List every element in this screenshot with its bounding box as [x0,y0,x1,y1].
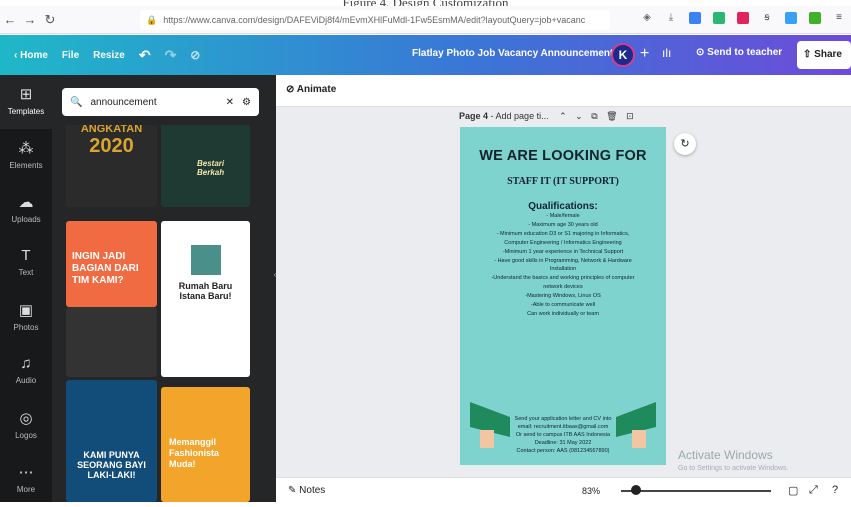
cloud-saved-icon: ⊘ [190,48,201,62]
text-icon: T [21,247,31,264]
back-icon[interactable]: ← [0,12,20,27]
resize-button[interactable]: Resize [93,50,125,61]
notes-button[interactable]: ✎ Notes [288,485,325,496]
poster-subtitle: STAFF IT (IT SUPPORT) [507,176,619,187]
share-button[interactable]: ⇧ Share [797,41,851,69]
rail-text[interactable]: T Text [0,237,52,291]
zoom-level: 83% [582,486,601,496]
extension-icon-2[interactable] [713,12,725,24]
design-title[interactable]: Flatlay Photo Job Vacancy Announcement [412,48,613,59]
zoom-slider[interactable] [621,490,771,492]
pocket-icon[interactable]: ◈ [641,12,653,24]
page-title-input[interactable]: - Add page ti... [488,111,549,121]
undo-icon[interactable]: ↶ [139,47,151,64]
canvas-toolbar: ⊘ Animate [276,75,851,107]
template-grid: ANGKATAN 2020 Bestari Berkah INGIN JADI … [62,125,258,502]
lock-icon: 🔒 [146,14,158,25]
forward-icon[interactable]: → [20,12,40,27]
qualifications-list: - Male/female - Maximum age 30 years old… [491,213,635,317]
add-people-icon[interactable]: + [640,45,649,63]
rail-templates[interactable]: ⊞ Templates [0,75,52,129]
add-page-icon[interactable]: ⊡ [626,111,634,121]
uploads-icon: ☁ [18,194,34,211]
send-to-teacher-button[interactable]: ⊙ Send to teacher [696,47,782,58]
extension-icon-3[interactable] [737,12,749,24]
redo-icon[interactable]: ↷ [165,47,177,64]
fullscreen-icon[interactable]: ⤢ [809,484,818,497]
rail-uploads[interactable]: ☁ Uploads [0,183,52,237]
rail-logos[interactable]: ◎ Logos [0,399,52,453]
qualifications-heading: Qualifications: [528,201,598,212]
extension-icon-6[interactable] [809,12,821,24]
bottom-bar: ✎ Notes 83% ▢ ⤢ ? [276,477,851,502]
template-thumbnail[interactable]: KAMI PUNYA SEORANG BAYI LAKI-LAKI! [66,380,157,502]
photos-icon: ▣ [18,302,34,319]
house-icon [190,245,221,275]
template-thumbnail[interactable]: Memanggil Fashionista Muda! [161,387,250,502]
logos-icon: ◎ [19,410,33,427]
activate-windows-hint: Go to Settings to activate Windows. [678,465,789,472]
extension-icon[interactable] [689,12,701,24]
canvas-area: ⊘ Animate Page 4 - Add page ti... ⌃ ⌄ ⧉ … [276,75,851,502]
template-thumbnail[interactable]: ANGKATAN 2020 [66,125,157,207]
file-menu[interactable]: File [62,50,79,61]
audio-icon: ♫ [20,355,32,372]
template-thumbnail[interactable]: Rumah Baru Istana Baru! [161,221,250,377]
templates-panel: 🔍 announcement ✕ ⚙ ANGKATAN 2020 Bestari… [52,75,322,502]
refresh-icon[interactable]: ↻ [674,133,696,155]
filter-icon[interactable]: ⚙ [242,97,251,108]
insights-icon[interactable]: ılı [662,46,671,60]
search-icon: 🔍 [70,96,83,108]
duplicate-page-icon[interactable]: ⧉ [591,111,597,121]
rail-audio[interactable]: ♫ Audio [0,345,52,399]
menu-icon[interactable]: ≡ [833,12,845,24]
browser-toolbar: ← → ↻ 🔒 https://www.canva.com/design/DAF… [0,6,851,34]
zoom-slider-handle[interactable] [631,485,641,495]
clear-icon[interactable]: ✕ [226,97,234,108]
search-input[interactable]: 🔍 announcement ✕ ⚙ [62,88,259,116]
more-icon: ⋯ [18,464,34,481]
poster-footer: Send your application letter and CV into… [514,416,612,455]
home-button[interactable]: ‹ Home [14,50,48,61]
rail-more[interactable]: ⋯ More [0,453,52,507]
url-bar[interactable]: 🔒 https://www.canva.com/design/DAFEViDj8… [140,10,610,30]
rail-elements[interactable]: ⁂ Elements [0,129,52,183]
template-thumbnail[interactable]: Bestari Berkah [161,125,250,207]
url-text: https://www.canva.com/design/DAFEViDj8f4… [163,15,586,25]
reload-icon[interactable]: ↻ [40,12,60,28]
template-thumbnail[interactable]: INGIN JADI BAGIAN DARI TIM KAMI? [66,221,157,307]
avatar[interactable]: K [611,43,635,67]
editor-toolbar: ‹ Home File Resize ↶ ↷ ⊘ Flatlay Photo J… [0,35,851,75]
animate-button[interactable]: ⊘ Animate [286,84,336,95]
template-thumbnail[interactable] [66,307,157,377]
extension-icon-4[interactable]: ꞩ [761,12,773,24]
elements-icon: ⁂ [18,140,34,157]
templates-icon: ⊞ [19,86,33,103]
poster-title: WE ARE LOOKING FOR [479,148,647,164]
delete-page-icon[interactable]: 🗑 [606,111,617,121]
help-icon[interactable]: ? [832,484,838,496]
activate-windows-watermark: Activate Windows [678,448,773,462]
page-header: Page 4 - Add page ti... ⌃ ⌄ ⧉ 🗑 ⊡ [459,111,634,121]
download-icon[interactable]: ⤓ [665,12,677,24]
chevron-down-icon[interactable]: ⌄ [575,111,583,121]
rail-photos[interactable]: ▣ Photos [0,291,52,345]
side-rail: ⊞ Templates ⁂ Elements ☁ Uploads T Text ▣ Pho… [0,75,52,502]
extension-icon-5[interactable] [785,12,797,24]
chevron-up-icon[interactable]: ⌃ [559,111,567,121]
page-count-icon[interactable]: ▢ [788,484,798,497]
poster-page[interactable]: WE ARE LOOKING FOR STAFF IT (IT SUPPORT)… [460,127,666,465]
